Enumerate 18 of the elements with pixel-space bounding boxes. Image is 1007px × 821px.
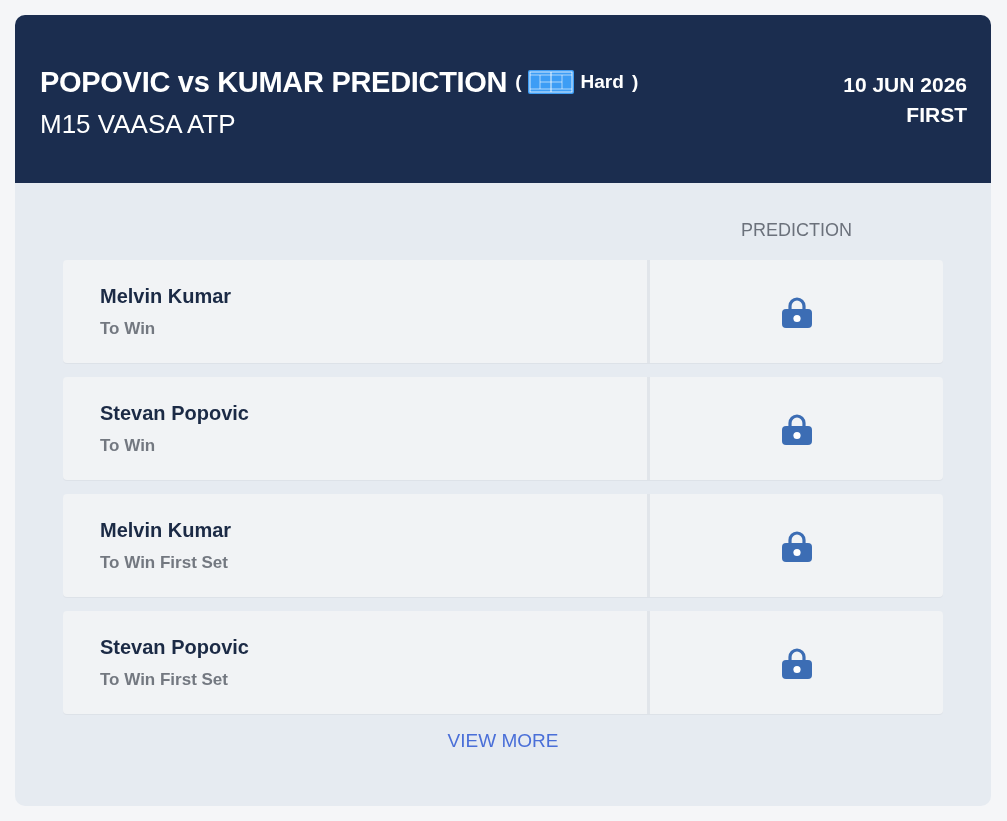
match-date: 10 JUN 2026 xyxy=(843,72,967,98)
player-name: Melvin Kumar xyxy=(100,517,233,543)
match-title: POPOVIC vs KUMAR PREDICTION xyxy=(40,65,508,99)
paren-text: ( xyxy=(515,70,522,94)
market-label: To Win xyxy=(100,434,157,457)
market-label: To Win First Set xyxy=(100,668,229,691)
player-name: Stevan Popovic xyxy=(100,634,250,660)
match-round: FIRST xyxy=(906,102,967,128)
surface-label: Hard xyxy=(580,70,624,94)
player-name: Melvin Kumar xyxy=(100,283,233,309)
column-heading: PREDICTION xyxy=(740,219,853,242)
paren-text: ) xyxy=(631,70,639,94)
view-more-link[interactable]: VIEW MORE xyxy=(447,729,559,753)
tennis-court-icon xyxy=(527,70,574,94)
market-label: To Win xyxy=(100,317,157,340)
tournament-name: M15 VAASA ATP xyxy=(40,108,237,140)
market-label: To Win First Set xyxy=(100,551,229,574)
player-name: Stevan Popovic xyxy=(100,400,250,426)
